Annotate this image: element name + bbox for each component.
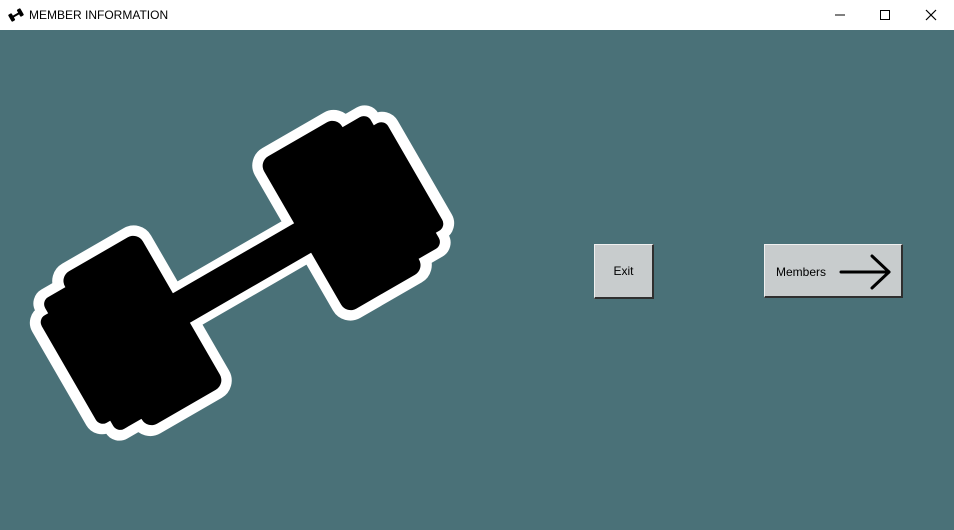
dumbbell-icon xyxy=(29,105,455,441)
close-button[interactable] xyxy=(908,0,954,30)
minimize-button[interactable] xyxy=(817,0,863,30)
arrow-right-icon xyxy=(839,254,891,290)
maximize-button[interactable] xyxy=(862,0,908,30)
app-window: MEMBER INFORMATION Exit Members xyxy=(0,0,954,530)
members-button[interactable]: Members xyxy=(764,244,903,298)
maximize-icon xyxy=(880,10,890,20)
main-content: Exit Members xyxy=(0,30,954,530)
minimize-icon xyxy=(835,14,845,16)
dumbbell-app-icon xyxy=(8,7,24,23)
members-button-label: Members xyxy=(776,265,827,279)
close-icon xyxy=(925,9,937,21)
exit-button-label: Exit xyxy=(613,264,634,278)
title-bar: MEMBER INFORMATION xyxy=(0,0,954,30)
exit-button[interactable]: Exit xyxy=(594,244,654,299)
window-title: MEMBER INFORMATION xyxy=(29,8,169,22)
